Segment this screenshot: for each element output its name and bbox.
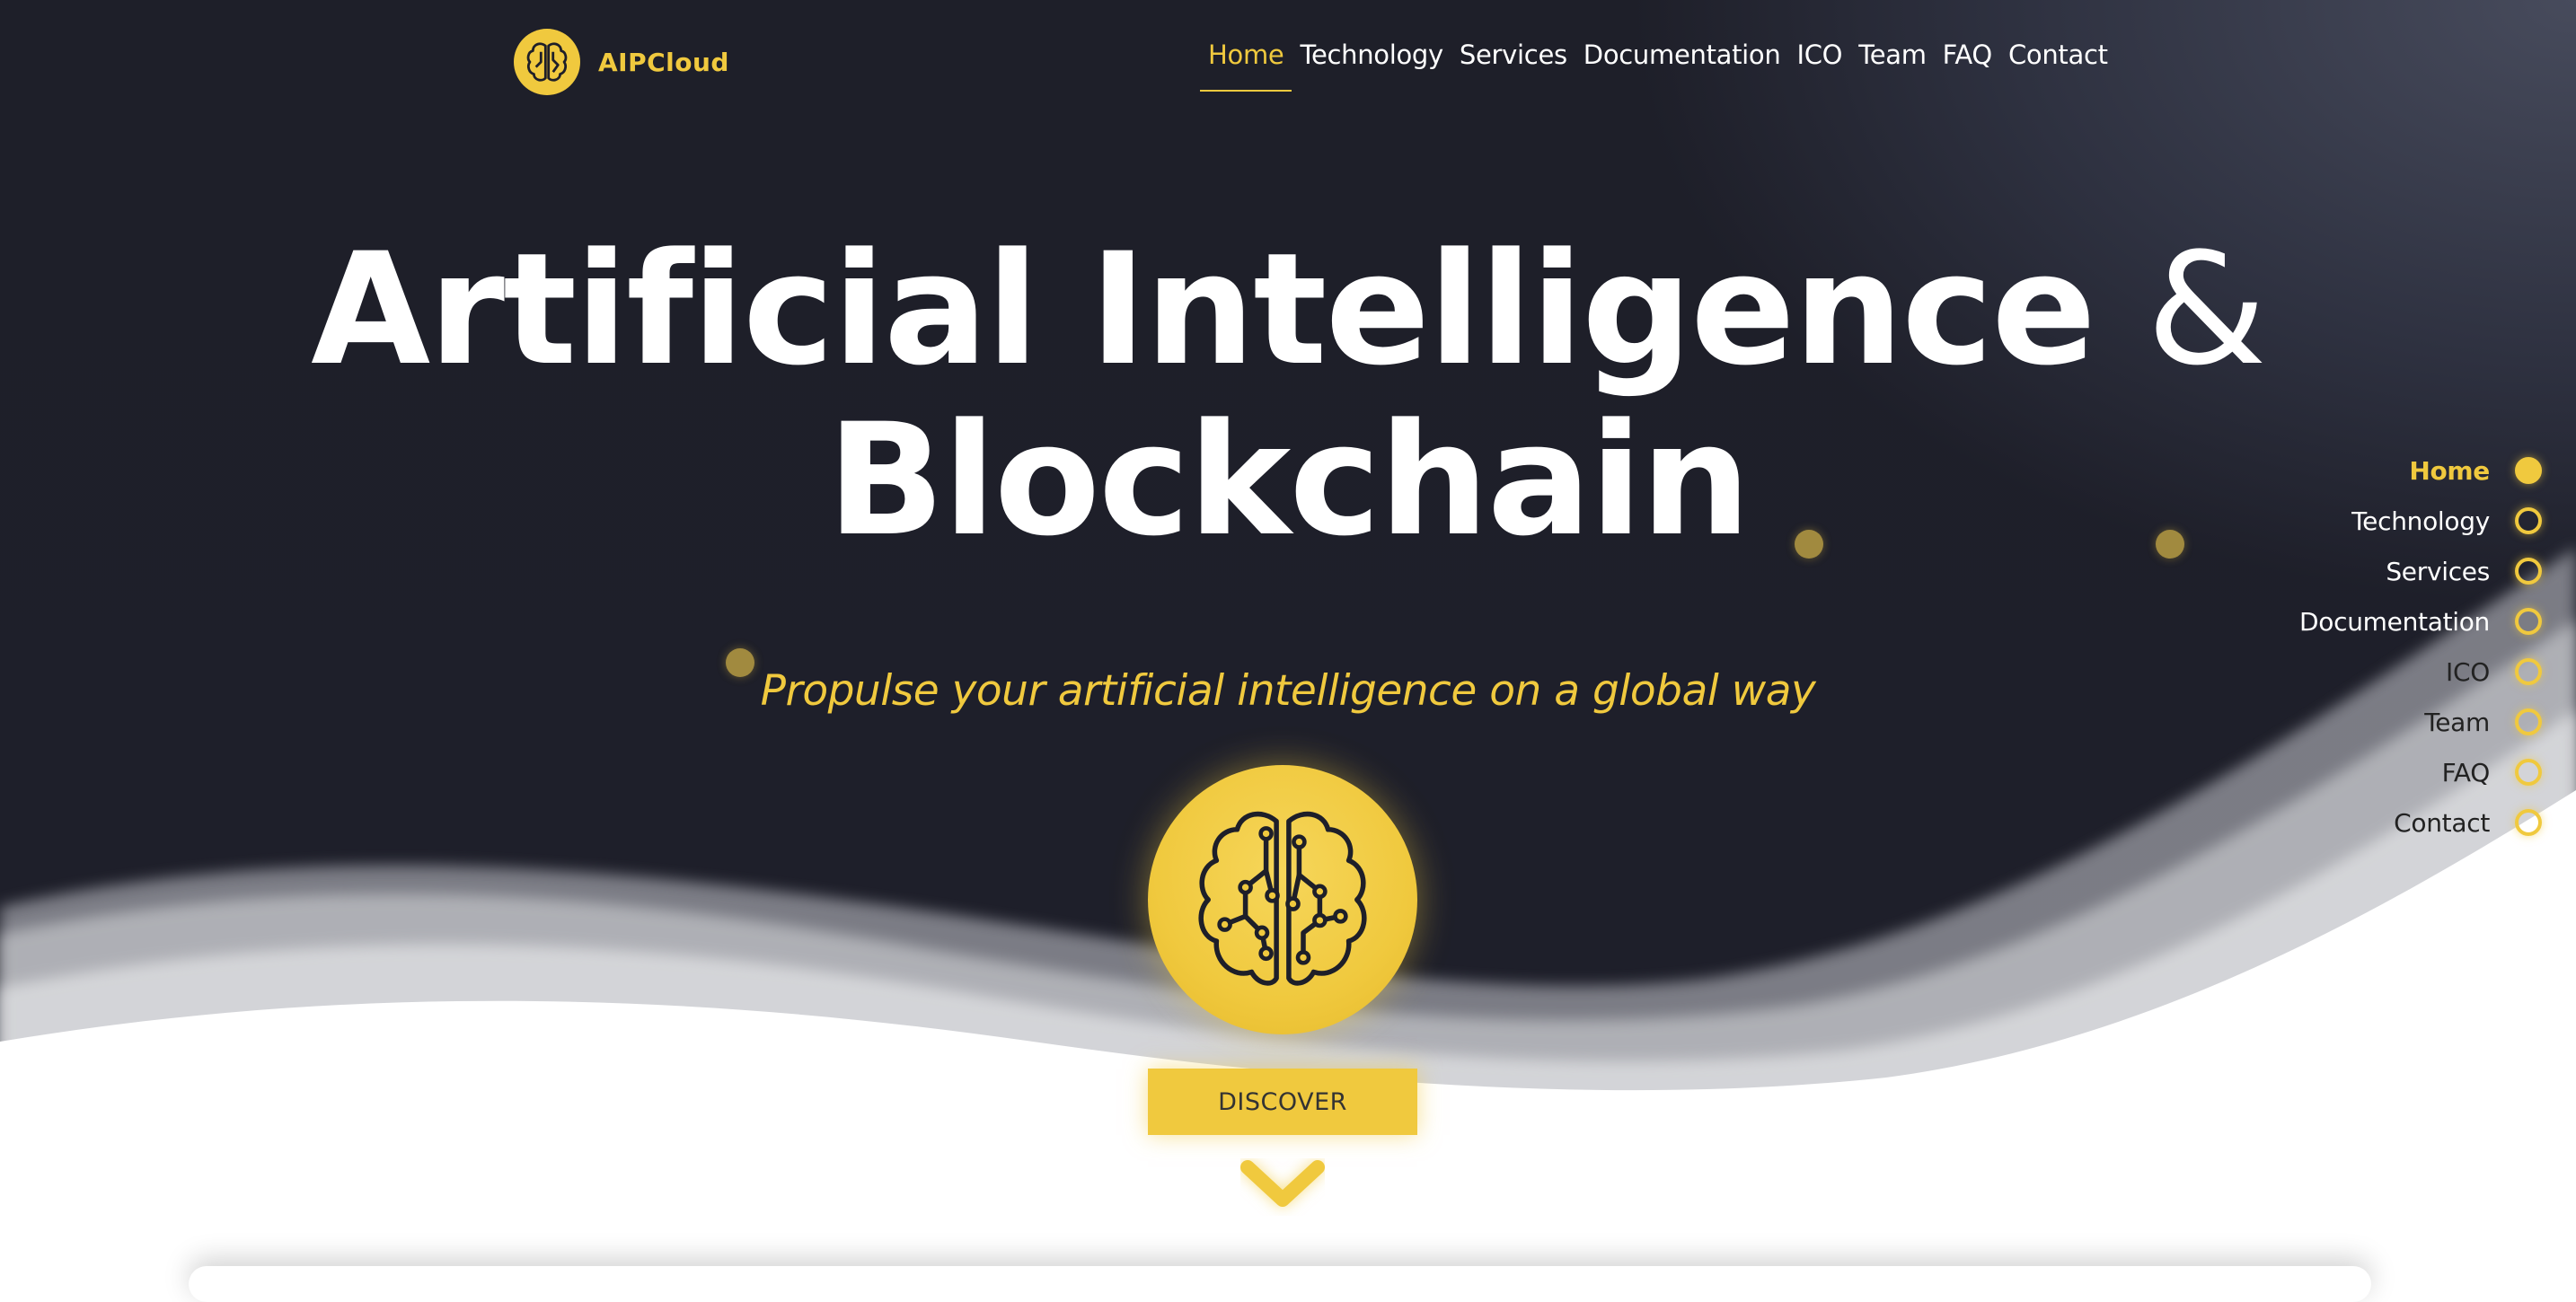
side-nav-label: ICO [2446,656,2490,687]
brain-circuit-icon [1198,811,1367,986]
chevron-down-icon[interactable] [1240,1158,1325,1216]
side-dot-navigation: Home Technology Services Documentation I… [2299,445,2542,848]
side-nav-services[interactable]: Services [2299,546,2542,596]
side-nav-label: Services [2386,556,2490,586]
hero-tagline: Propulse your artificial intelligence on… [760,666,1816,716]
side-nav-label: Contact [2394,807,2490,838]
side-nav-team[interactable]: Team [2299,697,2542,747]
floating-particle [726,648,754,677]
brand-logo[interactable]: AIPCloud [514,29,729,95]
side-nav-label: FAQ [2441,757,2491,787]
side-nav-dot[interactable] [2515,708,2542,735]
side-nav-dot[interactable] [2515,608,2542,635]
floating-particle [2156,530,2184,559]
nav-technology[interactable]: Technology [1292,40,1451,92]
side-nav-dot[interactable] [2515,507,2542,534]
side-nav-label: Technology [2351,506,2490,536]
side-nav-dot[interactable] [2515,558,2542,585]
hero-headline: Artificial Intelligence & Blockchain [0,224,2576,566]
nav-documentation[interactable]: Documentation [1575,40,1789,92]
side-nav-dot[interactable] [2515,759,2542,786]
headline-ampersand: & [2146,219,2267,400]
side-nav-label: Documentation [2299,606,2490,637]
side-nav-label: Home [2409,455,2490,486]
side-nav-ico[interactable]: ICO [2299,647,2542,697]
brain-emblem [1148,765,1417,1034]
floating-particle [1795,530,1823,559]
side-nav-dot[interactable] [2515,658,2542,685]
nav-home[interactable]: Home [1200,40,1292,92]
side-nav-dot[interactable] [2515,457,2542,484]
nav-ico[interactable]: ICO [1788,40,1850,92]
side-nav-contact[interactable]: Contact [2299,797,2542,848]
side-nav-dot[interactable] [2515,809,2542,836]
discover-button[interactable]: DISCOVER [1148,1069,1417,1135]
side-nav-technology[interactable]: Technology [2299,496,2542,546]
brand-name: AIPCloud [598,47,729,77]
side-nav-faq[interactable]: FAQ [2299,747,2542,797]
side-nav-label: Team [2424,707,2490,737]
nav-faq[interactable]: FAQ [1935,40,2000,92]
next-section-card-edge [189,1266,2371,1302]
side-nav-documentation[interactable]: Documentation [2299,596,2542,647]
headline-part2: Blockchain [826,390,1751,570]
headline-part1: Artificial Intelligence [311,219,2096,400]
top-navigation: Home Technology Services Documentation I… [1200,40,2116,92]
side-nav-home[interactable]: Home [2299,445,2542,496]
nav-services[interactable]: Services [1451,40,1575,92]
nav-team[interactable]: Team [1850,40,1934,92]
brain-circuit-icon [514,29,580,95]
nav-contact[interactable]: Contact [2000,40,2116,92]
